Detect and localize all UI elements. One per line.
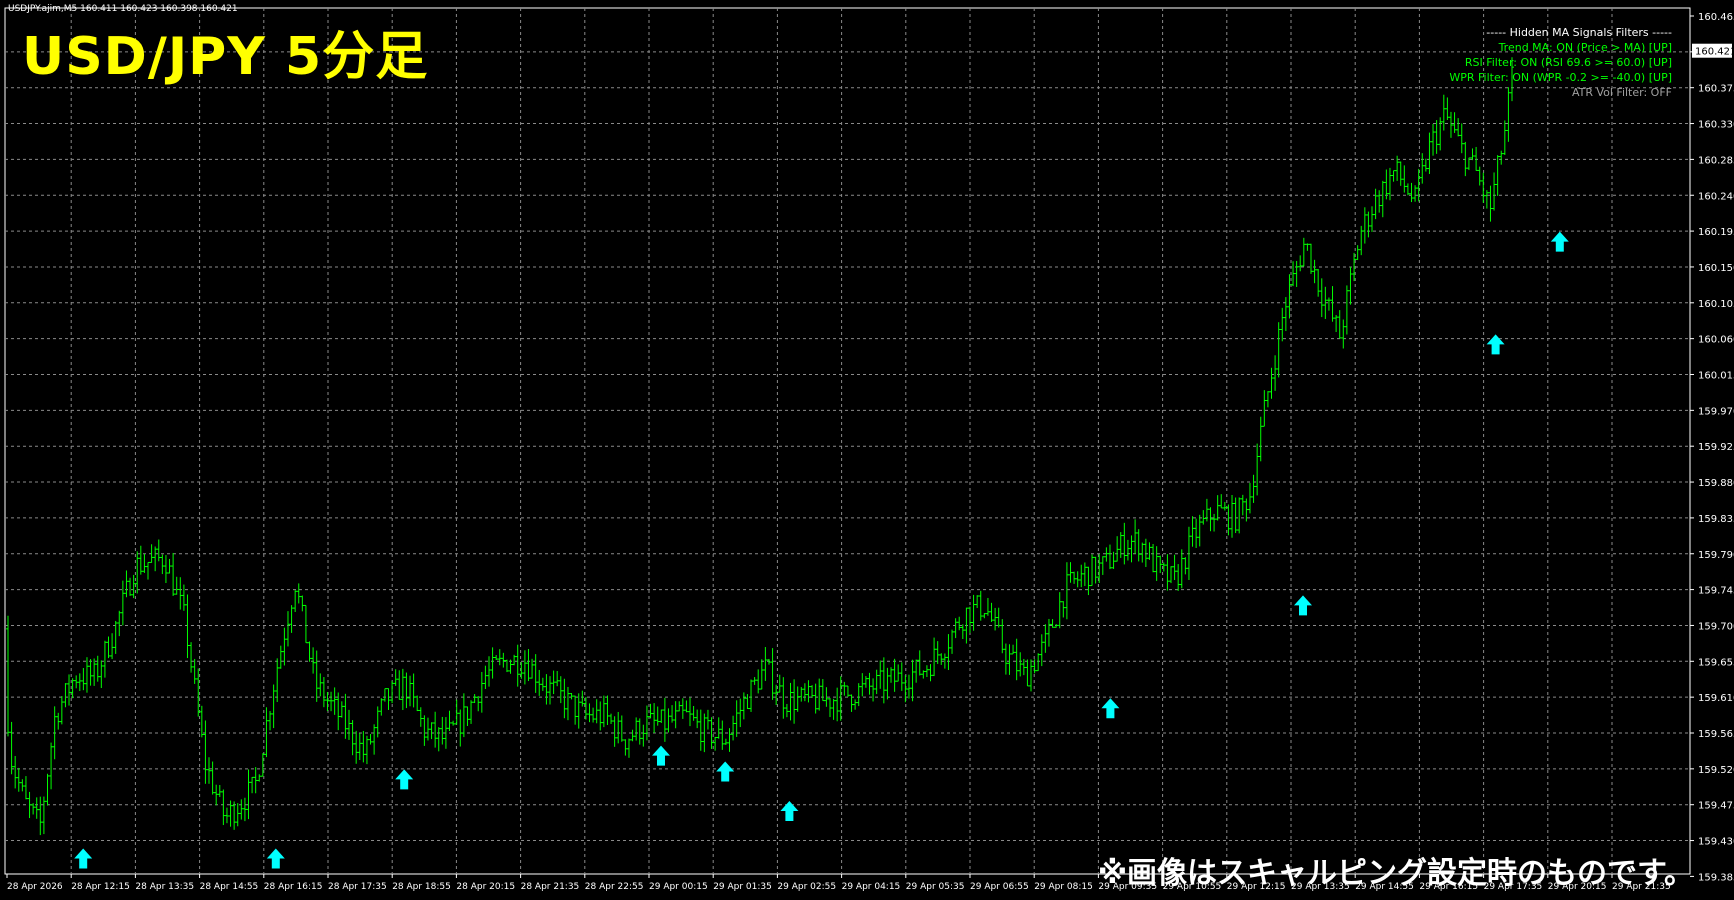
buy-signal-arrow bbox=[266, 848, 285, 869]
time-tick-label: 29 Apr 01:35 bbox=[713, 882, 772, 892]
price-chart: 160.465 160.421 160.375 160.330 160.285 160.2… bbox=[4, 7, 1734, 892]
bottom-note: ※画像はスキャルピング設定時のものです。 bbox=[1097, 856, 1694, 891]
indicator-panel-line: WPR Filter: ON (WPR -0.2 >= -40.0) [UP] bbox=[1449, 71, 1672, 84]
overlay-title: USD/JPY 5分足 bbox=[22, 27, 429, 87]
indicator-panel-title: ----- Hidden MA Signals Filters ----- bbox=[1486, 26, 1672, 39]
price-tick-label: 159.655 bbox=[1698, 657, 1734, 668]
symbol-info: USDJPY.ajim,M5 160.411 160.423 160.398 1… bbox=[8, 4, 238, 14]
indicator-panel-line: Trend MA: ON (Price > MA) [UP] bbox=[1498, 41, 1672, 54]
current-price-label: 160.421 bbox=[1695, 47, 1734, 58]
price-tick-label: 159.790 bbox=[1698, 550, 1734, 561]
price-tick-label: 160.285 bbox=[1698, 155, 1734, 166]
price-tick-label: 159.925 bbox=[1698, 442, 1734, 453]
time-tick-label: 28 Apr 22:55 bbox=[585, 882, 644, 892]
price-tick-label: 160.105 bbox=[1698, 299, 1734, 310]
indicator-panel-line: RSI Filter: ON (RSI 69.6 >= 60.0) [UP] bbox=[1465, 56, 1672, 69]
price-tick-label: 160.240 bbox=[1698, 191, 1734, 202]
price-tick-label: 159.565 bbox=[1698, 729, 1734, 740]
chart-window: 160.465 160.421 160.375 160.330 160.285 160.2… bbox=[0, 0, 1734, 900]
price-tick-label: 159.475 bbox=[1698, 801, 1734, 812]
price-tick-label: 159.385 bbox=[1698, 872, 1734, 883]
price-tick-label: 160.150 bbox=[1698, 263, 1734, 274]
time-tick-label: 28 Apr 14:55 bbox=[200, 882, 259, 892]
time-tick-label: 28 Apr 21:35 bbox=[521, 882, 580, 892]
price-tick-label: 160.375 bbox=[1698, 84, 1734, 95]
buy-signal-arrow bbox=[1294, 595, 1312, 616]
buy-signal-arrow bbox=[780, 801, 799, 822]
price-tick-label: 159.610 bbox=[1698, 693, 1734, 704]
time-tick-label: 28 Apr 12:15 bbox=[71, 882, 130, 892]
price-tick-label: 159.745 bbox=[1698, 586, 1734, 597]
price-tick-label: 160.195 bbox=[1698, 227, 1734, 238]
time-tick-label: 28 Apr 2026 bbox=[7, 882, 63, 892]
price-tick-label: 160.330 bbox=[1698, 120, 1734, 131]
time-tick-label: 28 Apr 18:55 bbox=[392, 882, 451, 892]
price-tick-label: 159.430 bbox=[1698, 837, 1734, 848]
time-tick-label: 28 Apr 17:35 bbox=[328, 882, 387, 892]
buy-signal-arrow bbox=[1101, 698, 1120, 719]
time-tick-label: 28 Apr 13:35 bbox=[135, 882, 194, 892]
price-tick-label: 159.700 bbox=[1698, 621, 1734, 632]
price-tick-label: 160.015 bbox=[1698, 371, 1734, 382]
buy-signal-arrow bbox=[74, 848, 93, 869]
price-tick-label: 159.970 bbox=[1698, 406, 1734, 417]
time-tick-label: 29 Apr 04:15 bbox=[842, 882, 901, 892]
buy-signal-arrow bbox=[395, 769, 414, 790]
price-tick-label: 159.520 bbox=[1698, 765, 1734, 776]
price-tick-label: 160.060 bbox=[1698, 335, 1734, 346]
plot-frame bbox=[4, 7, 1691, 875]
time-tick-label: 29 Apr 06:55 bbox=[970, 882, 1029, 892]
price-tick-label: 159.835 bbox=[1698, 514, 1734, 525]
buy-signal-arrow bbox=[1486, 334, 1505, 355]
price-tick-label: 159.880 bbox=[1698, 478, 1734, 489]
buy-signal-arrow bbox=[716, 761, 735, 782]
time-tick-label: 29 Apr 00:15 bbox=[649, 882, 708, 892]
buy-signal-arrow bbox=[1550, 231, 1569, 252]
time-tick-label: 28 Apr 16:15 bbox=[264, 882, 323, 892]
buy-signal-arrow bbox=[652, 745, 670, 766]
time-tick-label: 28 Apr 20:15 bbox=[456, 882, 515, 892]
price-tick-label: 160.465 bbox=[1698, 12, 1734, 23]
indicator-panel-line: ATR Vol Filter: OFF bbox=[1572, 86, 1672, 99]
time-tick-label: 29 Apr 08:15 bbox=[1034, 882, 1093, 892]
time-tick-label: 29 Apr 02:55 bbox=[777, 882, 836, 892]
time-tick-label: 29 Apr 05:35 bbox=[906, 882, 965, 892]
